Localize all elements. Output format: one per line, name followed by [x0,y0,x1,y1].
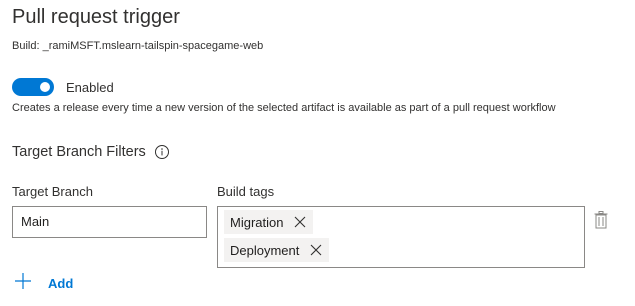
add-label: Add [48,276,74,291]
toggle-knob [40,82,50,92]
build-tags-input[interactable]: Migration Deployment [217,206,585,268]
enabled-toggle-row: Enabled [12,78,114,96]
tag-chip: Deployment [224,238,330,262]
info-icon[interactable] [154,144,170,160]
page-title: Pull request trigger [12,6,180,28]
close-icon[interactable] [303,238,329,262]
target-branch-label: Target Branch [12,184,93,199]
target-branch-input[interactable]: Main [12,206,207,238]
close-icon[interactable] [287,210,313,234]
tag-label: Migration [230,214,284,230]
build-tags-label: Build tags [217,184,275,199]
tag-label: Deployment [230,242,300,258]
toggle-label: Enabled [66,79,114,95]
section-title: Target Branch Filters [12,144,170,160]
enabled-toggle[interactable] [12,78,54,96]
trigger-description: Creates a release every time a new versi… [12,102,556,114]
section-title-text: Target Branch Filters [12,144,146,160]
build-info: Build: _ramiMSFT.mslearn-tailspin-spaceg… [12,40,264,52]
trash-icon[interactable] [594,211,608,229]
add-button[interactable]: Add [14,272,73,295]
tag-chip: Migration [224,210,314,234]
plus-icon [14,272,32,295]
pull-request-trigger-panel: Pull request trigger Build: _ramiMSFT.ms… [0,0,635,306]
